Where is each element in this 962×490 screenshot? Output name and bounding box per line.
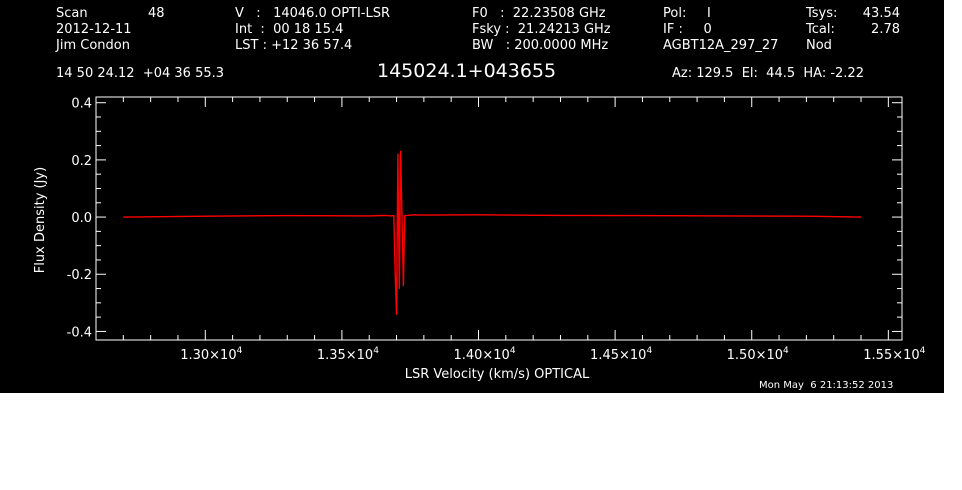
x-tick-label: 1.40×104 [453,346,515,363]
y-tick-label: 0.2 [71,154,92,169]
plot-frame [95,96,903,341]
y-tick-label: 0.4 [71,97,92,112]
x-tick-label: 1.50×104 [727,346,789,363]
x-tick-label: 1.30×104 [180,346,242,363]
ticks-layer: 1.30×104 1.35×104 1.40×104 1.45×104 1.50×104… [67,97,926,363]
x-tick-label: 1.55×104 [863,346,925,363]
x-tick-label: 1.45×104 [590,346,652,363]
x-tick-label: 1.35×104 [317,346,379,363]
plot-timestamp: Mon May 6 21:13:52 2013 [759,380,894,391]
y-axis-title: Flux Density (Jy) [33,167,48,273]
y-tick-label: -0.2 [67,268,92,283]
series-layer [123,150,862,315]
spectrum-chart: 1.30×104 1.35×104 1.40×104 1.45×104 1.50×104… [33,96,926,382]
x-axis-title: LSR Velocity (km/s) OPTICAL [405,367,590,382]
y-tick-label: -0.4 [67,325,92,340]
y-tick-label: 0.0 [71,211,92,226]
spectrum-series-line [123,150,862,315]
